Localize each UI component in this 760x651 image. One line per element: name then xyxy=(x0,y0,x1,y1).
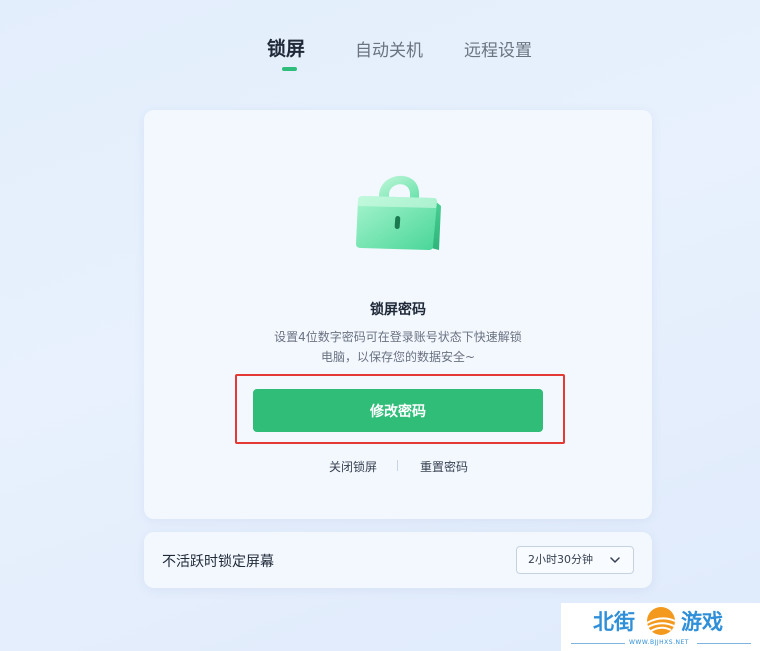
tab-remote-settings[interactable]: 远程设置 xyxy=(464,36,532,61)
tab-bar: 锁屏 自动关机 远程设置 xyxy=(0,36,760,76)
watermark-subtext: WWW.BJJHXS.NET xyxy=(629,639,689,646)
idle-lock-row: 不活跃时锁定屏幕 2小时30分钟 xyxy=(144,532,652,588)
watermark-line-right xyxy=(697,643,751,644)
active-tab-indicator xyxy=(282,67,297,71)
tab-lock-screen[interactable]: 锁屏 xyxy=(267,34,305,61)
description-line-2: 电脑，以保存您的数据安全~ xyxy=(320,350,476,364)
change-password-button[interactable]: 修改密码 xyxy=(253,389,543,432)
watermark-text-left: 北街 xyxy=(593,610,635,634)
chevron-down-icon xyxy=(610,557,620,563)
idle-duration-select[interactable]: 2小时30分钟 xyxy=(516,546,634,574)
reset-password-link[interactable]: 重置密码 xyxy=(420,458,468,475)
card-description: 设置4位数字密码可在登录账号状态下快速解锁 电脑，以保存您的数据安全~ xyxy=(248,327,548,367)
idle-duration-value: 2小时30分钟 xyxy=(528,553,593,566)
watermark-text-right: 游戏 xyxy=(681,610,723,634)
close-lock-screen-link[interactable]: 关闭锁屏 xyxy=(329,458,377,475)
watermark: 北街 游戏 WWW.BJJHXS.NET xyxy=(561,603,760,651)
padlock-icon xyxy=(356,175,441,250)
tab-auto-shutdown[interactable]: 自动关机 xyxy=(355,36,423,61)
link-divider xyxy=(397,460,398,471)
idle-lock-label: 不活跃时锁定屏幕 xyxy=(162,554,274,570)
watermark-logo-icon xyxy=(646,607,676,635)
lock-password-card: 锁屏密码 设置4位数字密码可在登录账号状态下快速解锁 电脑，以保存您的数据安全~… xyxy=(144,110,652,519)
card-title: 锁屏密码 xyxy=(370,302,426,318)
description-line-1: 设置4位数字密码可在登录账号状态下快速解锁 xyxy=(274,330,522,344)
watermark-line-left xyxy=(571,643,625,644)
